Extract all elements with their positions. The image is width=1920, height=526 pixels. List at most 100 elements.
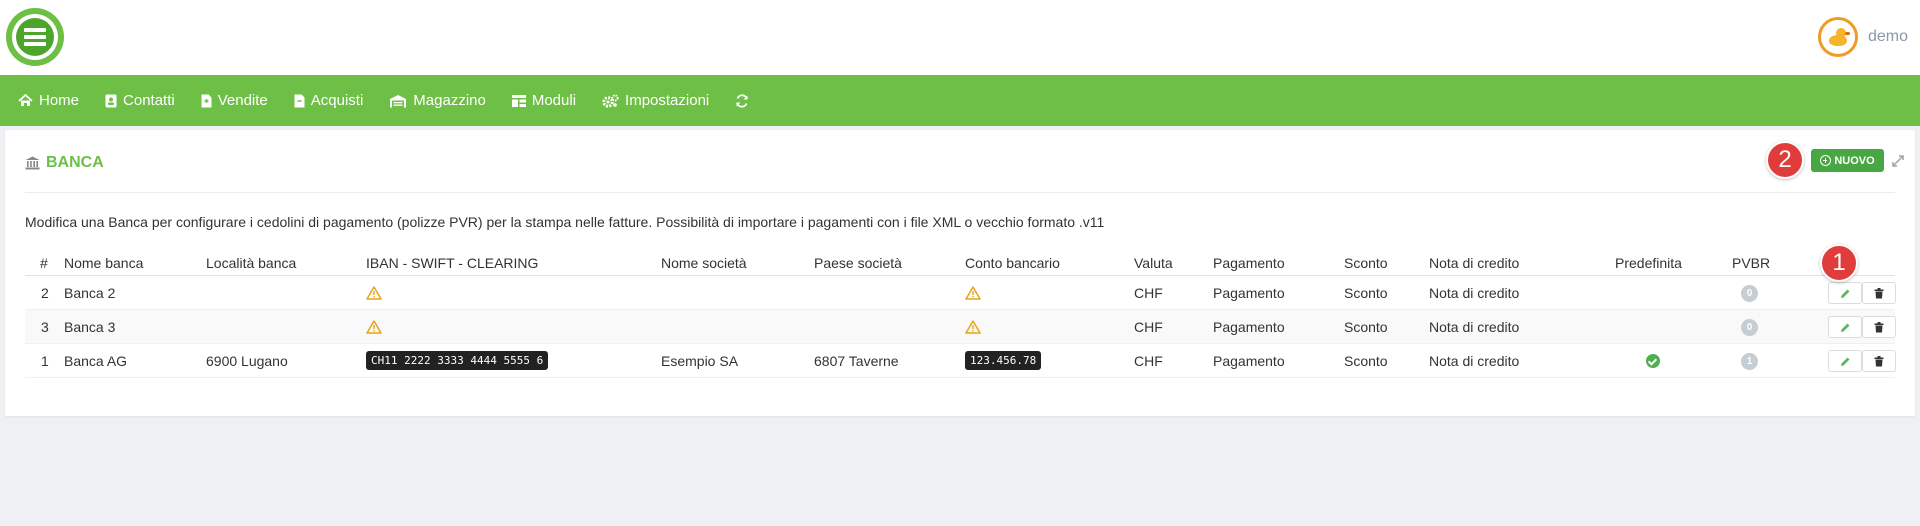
description-text: Modifica una Banca per configurare i ced… [25,214,1105,230]
nav-item-acquisti[interactable]: Acquisti [294,92,364,109]
cell-pagamento: Pagamento [1213,353,1285,369]
nav-item-moduli[interactable]: Moduli [511,92,577,109]
edit-button[interactable] [1828,350,1862,372]
cell-sconto: Sconto [1344,319,1388,335]
pvbr-count-badge: 1 [1741,353,1758,370]
cell-localita-banca: 6900 Lugano [206,353,288,369]
nav-item-label: Magazzino [413,92,486,109]
col-num[interactable]: # [40,255,48,271]
warning-icon [366,320,382,334]
cell-sconto: Sconto [1344,353,1388,369]
nav-item-label: Contatti [123,92,175,109]
col-localita-banca[interactable]: Località banca [206,255,296,271]
col-sconto[interactable]: Sconto [1344,255,1388,271]
pvbr-count-badge: 0 [1741,319,1758,336]
warehouse-icon [390,94,407,107]
duck-icon [1827,27,1850,47]
col-conto-bancario[interactable]: Conto bancario [965,255,1060,271]
bank-icon [25,156,40,170]
avatar[interactable] [1817,17,1858,57]
delete-button[interactable] [1862,282,1896,304]
cell-nome-societa: Esempio SA [661,353,739,369]
nav-item-label: Moduli [531,92,577,109]
top-header: demo [0,0,1920,75]
gears-icon [602,93,619,108]
document-minus-icon [294,94,305,107]
divider [25,192,1895,193]
nav-item-impostazioni[interactable]: Impostazioni [602,92,709,109]
delete-button[interactable] [1862,350,1896,372]
main-navbar: Home Contatti Vendite Acquisti Magazzino… [0,75,1920,126]
col-paese-societa[interactable]: Paese società [814,255,902,271]
nav-item-vendite[interactable]: Vendite [201,92,268,109]
banca-panel: BANCA NUOVO Modifica una Banca per confi… [5,130,1915,416]
delete-button[interactable] [1862,316,1896,338]
trash-icon [1874,321,1884,332]
cell-num: 2 [41,285,49,301]
col-predefinita[interactable]: Predefinita [1615,255,1682,271]
cell-pagamento: Pagamento [1213,319,1285,335]
user-name[interactable]: demo [1868,28,1908,46]
page-title: BANCA [25,154,104,172]
col-pagamento[interactable]: Pagamento [1213,255,1285,271]
cell-nome-banca: Banca 2 [64,285,116,301]
pencil-icon [1840,289,1849,298]
nav-item-label: Vendite [217,92,268,109]
document-plus-icon [201,94,212,107]
table-row[interactable]: 3 Banca 3 CHF Pagamento Sconto Nota di c… [25,310,1896,344]
pvbr-count-badge: 0 [1741,285,1758,302]
cell-num: 3 [41,319,49,335]
app-logo[interactable] [6,8,64,66]
col-iban[interactable]: IBAN - SWIFT - CLEARING [366,255,538,271]
cell-valuta: CHF [1134,319,1163,335]
modules-icon [511,94,526,107]
refresh-button[interactable] [735,93,755,108]
nav-item-contatti[interactable]: Contatti [105,92,175,109]
col-pvbr[interactable]: PVBR [1732,255,1770,271]
cell-nota-credito: Nota di credito [1429,285,1520,301]
contacts-icon [105,94,117,107]
cell-paese-societa: 6807 Taverne [814,353,899,369]
col-nome-banca[interactable]: Nome banca [64,255,143,271]
page-title-text: BANCA [46,154,104,171]
warning-icon [965,320,981,334]
nav-item-label: Home [39,92,80,109]
col-valuta[interactable]: Valuta [1134,255,1173,271]
conto-code-badge: 123.456.78 [965,351,1042,370]
col-nota-credito[interactable]: Nota di credito [1429,255,1519,271]
cell-nota-credito: Nota di credito [1429,319,1520,335]
warning-icon [366,286,382,300]
cell-nota-credito: Nota di credito [1429,353,1520,369]
nav-item-label: Acquisti [310,92,364,109]
nav-item-home[interactable]: Home [18,92,79,109]
col-nome-societa[interactable]: Nome società [661,255,747,271]
cell-nome-banca: Banca AG [64,353,128,369]
pencil-icon [1840,323,1849,332]
edit-button[interactable] [1828,316,1862,338]
trash-icon [1874,287,1884,298]
edit-button[interactable] [1828,282,1862,304]
check-circle-icon [1646,354,1660,368]
cell-num: 1 [41,353,49,369]
pencil-icon [1840,357,1849,366]
iban-code-badge: CH11 2222 3333 4444 5555 6 [366,351,549,370]
annotation-badge-2: 2 [1766,141,1804,179]
plus-circle-icon [1820,155,1832,166]
warning-icon [965,286,981,300]
cell-valuta: CHF [1134,285,1163,301]
expand-icon[interactable] [1891,154,1905,168]
table-row[interactable]: 1 Banca AG 6900 Lugano CH11 2222 3333 44… [25,344,1896,378]
cell-sconto: Sconto [1344,285,1388,301]
new-button[interactable]: NUOVO [1811,149,1884,172]
cell-nome-banca: Banca 3 [64,319,116,335]
cell-pagamento: Pagamento [1213,285,1285,301]
user-menu[interactable]: demo [1817,17,1908,57]
table-row[interactable]: 2 Banca 2 CHF Pagamento Sconto Nota di c… [25,276,1896,310]
home-icon [18,94,33,106]
annotation-badge-1: 1 [1820,244,1858,282]
table-header: # Nome banca Località banca IBAN - SWIFT… [25,248,1895,276]
nav-item-magazzino[interactable]: Magazzino [389,92,486,109]
banks-table: # Nome banca Località banca IBAN - SWIFT… [25,248,1896,378]
cell-valuta: CHF [1134,353,1163,369]
new-button-label: NUOVO [1834,154,1875,167]
